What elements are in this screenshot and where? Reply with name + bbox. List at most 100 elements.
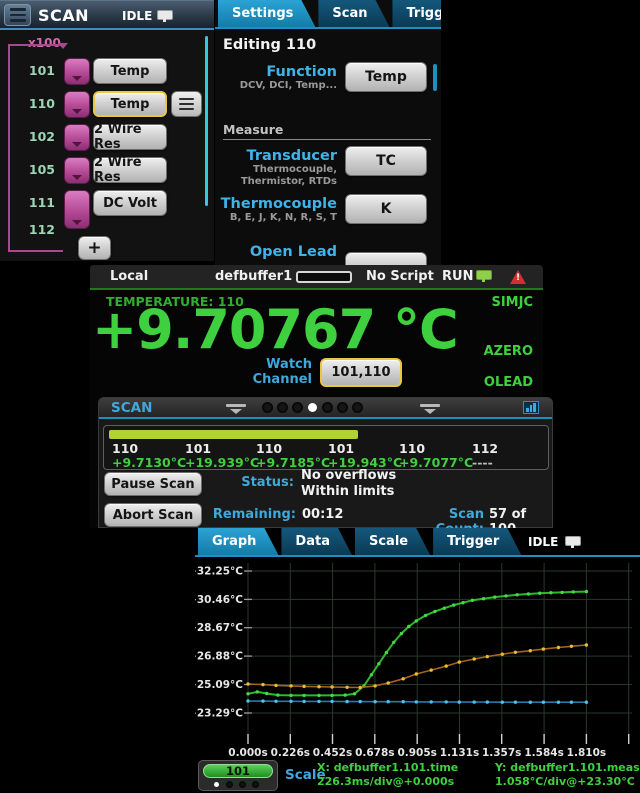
svg-text:+28.67°C: +28.67°C [195,622,243,634]
tab-scan[interactable]: Scan [318,0,389,27]
comm-mode-label[interactable]: Local [110,269,148,284]
reading-channel: 110 [112,442,186,456]
channel-number: 105 [5,162,55,177]
channel-slider[interactable] [64,91,90,118]
channel-list-scrollbar[interactable] [205,36,208,206]
setting-value-button[interactable]: TC [345,146,427,176]
section-label: Measure [223,122,283,137]
channel-slider[interactable] [64,190,90,229]
page-dot[interactable] [263,403,272,412]
remaining-label: Remaining: [211,507,296,522]
svg-text:+25.09°C: +25.09°C [195,679,243,691]
setting-sublabel: Thermocouple, [215,164,337,176]
svg-text:1.131s: 1.131s [440,747,479,758]
scan-progress-bar [109,430,358,439]
annunciator-azero: AZERO [484,344,533,359]
setting-value-button[interactable]: K [345,194,427,224]
reading-value: +9.7130°C [112,456,186,470]
channel-function-button[interactable]: Temp [93,58,167,84]
tab-trigger[interactable]: Trigger [392,0,441,27]
page-dot[interactable] [240,782,245,787]
settings-panel: SettingsScanTrigger Editing 110 Function… [215,0,441,266]
watch-channel-label: Watch Channel [190,357,312,387]
channel-number: 111 [5,195,55,210]
page-dot[interactable] [227,782,232,787]
tab-settings[interactable]: Settings [218,0,315,27]
tab-underline [215,27,441,29]
svg-text:+26.88°C: +26.88°C [195,651,243,663]
tab-data[interactable]: Data [281,528,352,555]
abort-scan-button[interactable]: Abort Scan [104,503,202,527]
reading-channel: 110 [399,442,473,456]
channel-slider[interactable] [64,124,90,151]
setting-label: Function [215,64,337,80]
temperature-plot[interactable]: +32.25°C+30.46°C+28.67°C+26.88°C+25.09°C… [195,557,640,758]
reading-value: +9.70767 [92,298,375,361]
setting-label: Transducer [215,148,337,164]
trigger-state-label: IDLE [122,9,152,23]
page-dot[interactable] [214,782,219,787]
trace-page-dots [214,782,258,787]
scan-reading: 110+9.7185°C [256,442,330,470]
svg-text:1.584s: 1.584s [524,747,563,758]
setting-value-button[interactable]: Temp [345,62,427,92]
channel-number: 101 [5,63,55,78]
setting-label-block: FunctionDCV, DCI, Temp... [215,62,337,92]
settings-row: TransducerThermocouple,Thermistor, RTDsT… [215,146,437,188]
channel-function-button[interactable]: DC Volt [93,190,167,216]
reading-channel: 112 [472,442,498,456]
setting-label-block: Open Lead [215,242,337,260]
pause-scan-button[interactable]: Pause Scan [104,472,202,496]
swipe-down-icon[interactable] [419,404,441,414]
tab-trigger[interactable]: Trigger [433,528,521,555]
channel-function-button[interactable]: 2 Wire Res [93,124,167,150]
scan-monitor-title: SCAN [111,400,152,416]
trigger-state-label[interactable]: RUN [442,269,473,284]
active-buffer-label[interactable]: defbuffer1 [215,269,292,284]
reading-channel: 101 [185,442,259,456]
scan-reading: 101+19.939°C [185,442,259,470]
svg-text:+30.46°C: +30.46°C [195,594,243,606]
watch-channel-button[interactable]: 101,110 [320,358,402,387]
main-reading: +9.70767 °C [92,298,458,361]
tab-scale[interactable]: Scale [355,528,430,555]
script-label[interactable]: No Script [366,269,434,284]
annunciator-olead: OLEAD [484,375,533,390]
trace-channel-pill[interactable]: 101 [203,764,273,778]
tab-graph[interactable]: Graph [198,528,278,555]
channel-number: 112 [5,222,55,237]
trace-selector[interactable]: 101 [198,760,278,791]
channel-function-button[interactable]: 2 Wire Res [93,157,167,183]
svg-text:1.357s: 1.357s [482,747,521,758]
svg-text:0.905s: 0.905s [397,747,436,758]
graph-shortcut-icon[interactable] [523,401,539,414]
page-dot[interactable] [353,403,362,412]
settings-scrollbar[interactable] [433,64,437,91]
page-dot[interactable] [253,782,258,787]
menu-icon[interactable] [4,4,31,26]
svg-text:0.000s: 0.000s [228,747,267,758]
channel-menu-button[interactable] [171,91,202,117]
channel-function-button[interactable]: Temp [93,91,167,117]
channel-slider[interactable] [64,157,90,184]
status-bar: Local defbuffer1 No Script RUN [90,265,543,290]
svg-text:0.226s: 0.226s [271,747,310,758]
page-dot[interactable] [338,403,347,412]
reading-value: +19.939°C [185,456,259,470]
setting-value-button[interactable] [345,252,427,266]
add-channel-button[interactable]: + [78,236,111,260]
page-dot[interactable] [323,403,332,412]
remaining-value: 00:12 [302,507,343,522]
settings-row: ThermocoupleB, E, J, K, N, R, S, TK [215,194,437,224]
reading-channel: 101 [328,442,402,456]
page-dot[interactable] [308,403,317,412]
warning-icon[interactable] [510,270,526,284]
swipe-down-icon[interactable] [225,404,247,414]
trigger-mode-icon [476,270,492,280]
page-dot[interactable] [278,403,287,412]
channel-number: 102 [5,129,55,144]
buffer-fill-icon[interactable] [296,271,352,283]
page-dot[interactable] [293,403,302,412]
channel-slider[interactable] [64,58,90,85]
scan-reading: 110+9.7077°C [399,442,473,470]
